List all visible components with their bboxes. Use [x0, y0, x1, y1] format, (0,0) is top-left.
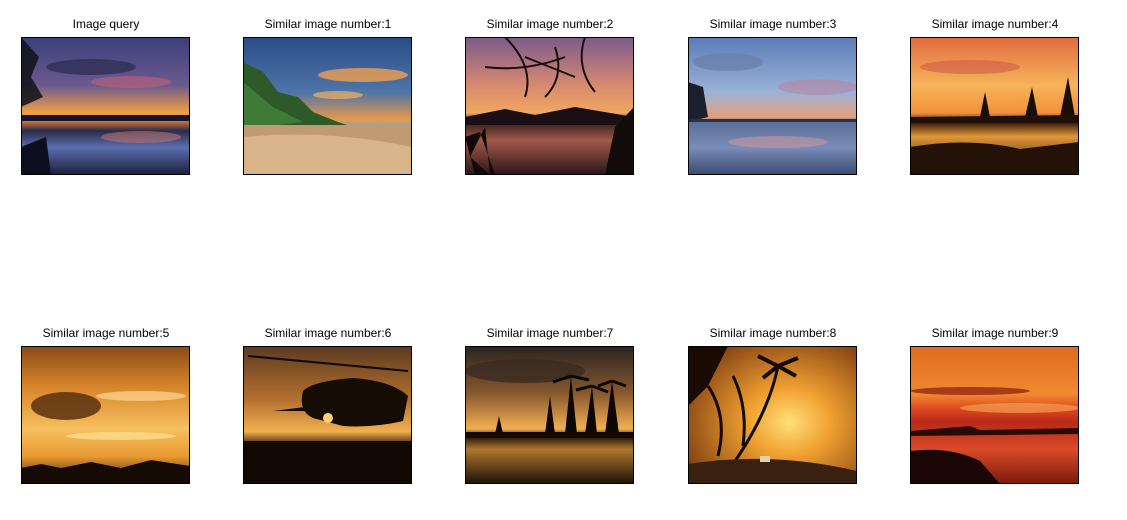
- similar-image-5[interactable]: [21, 346, 190, 484]
- similar-image-4[interactable]: [910, 37, 1079, 175]
- image-title: Similar image number:5: [42, 326, 170, 340]
- image-title: Similar image number:7: [486, 326, 614, 340]
- image-title: Similar image number:1: [264, 17, 392, 31]
- similar-image-9[interactable]: [910, 346, 1079, 484]
- result-cell-7: Similar image number:7: [465, 325, 635, 484]
- result-cell-9: Similar image number:9: [910, 325, 1080, 484]
- result-cell-query: Image query: [21, 16, 191, 175]
- result-cell-1: Similar image number:1: [243, 16, 413, 175]
- result-cell-6: Similar image number:6: [243, 325, 413, 484]
- similar-image-2[interactable]: [465, 37, 634, 175]
- image-title: Similar image number:2: [486, 17, 614, 31]
- image-title: Similar image number:9: [931, 326, 1059, 340]
- similar-image-3[interactable]: [688, 37, 857, 175]
- image-title: Image query: [72, 17, 140, 31]
- result-cell-8: Similar image number:8: [688, 325, 858, 484]
- similar-image-8[interactable]: [688, 346, 857, 484]
- result-cell-2: Similar image number:2: [465, 16, 635, 175]
- similar-image-1[interactable]: [243, 37, 412, 175]
- image-title: Similar image number:6: [264, 326, 392, 340]
- image-title: Similar image number:4: [931, 17, 1059, 31]
- similar-image-7[interactable]: [465, 346, 634, 484]
- query-image[interactable]: [21, 37, 190, 175]
- result-cell-3: Similar image number:3: [688, 16, 858, 175]
- result-cell-4: Similar image number:4: [910, 16, 1080, 175]
- image-title: Similar image number:3: [709, 17, 837, 31]
- similar-image-6[interactable]: [243, 346, 412, 484]
- image-title: Similar image number:8: [709, 326, 837, 340]
- result-cell-5: Similar image number:5: [21, 325, 191, 484]
